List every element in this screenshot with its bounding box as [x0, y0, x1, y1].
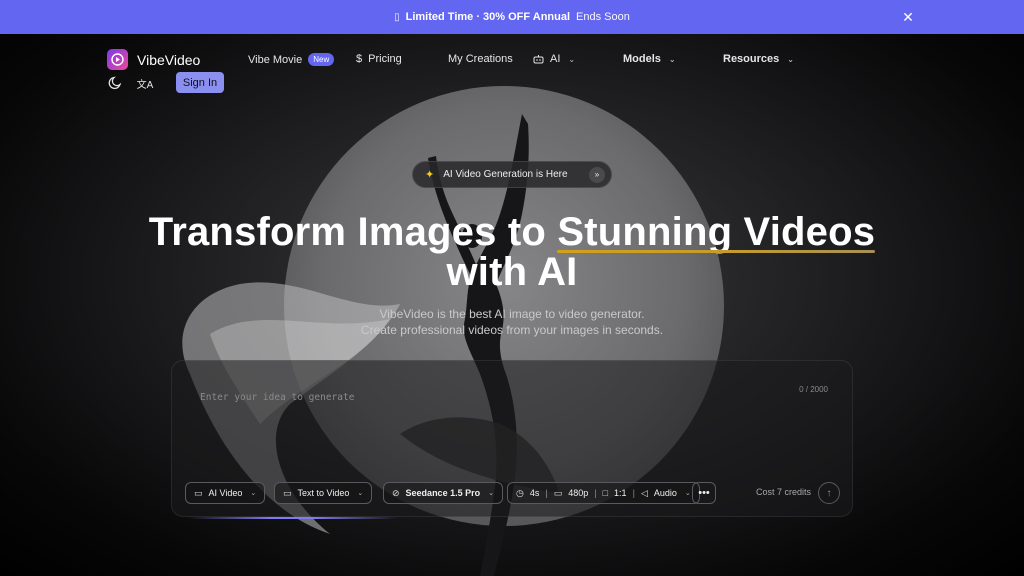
- chevron-down-icon: ⌄: [250, 490, 257, 497]
- progress-accent: [188, 517, 398, 519]
- logo-name: VibeVideo: [137, 51, 201, 68]
- hero-title: Transform Images to Stunning Videos with…: [0, 212, 1024, 292]
- chevron-down-icon: ⌄: [787, 54, 794, 64]
- audio-label: Audio: [653, 488, 677, 498]
- divider: |: [594, 488, 597, 498]
- type-select[interactable]: ▭ Text to Video ⌄: [274, 482, 373, 504]
- chevron-down-icon: ⌄: [668, 54, 676, 64]
- mode-select[interactable]: ▭ AI Video ⌄: [185, 482, 266, 504]
- promo-text: Limited Time · 30% OFF Annual: [405, 11, 571, 23]
- play-icon: [107, 49, 128, 70]
- chevrons-right-icon: »: [589, 166, 605, 183]
- close-icon[interactable]: ✕: [900, 9, 916, 25]
- duration-value: 4s: [529, 488, 540, 498]
- chevron-down-icon: ⌄: [684, 490, 691, 497]
- monitor-icon: ▭: [553, 487, 563, 498]
- speaker-icon: ◁: [640, 487, 648, 498]
- resolution-value: 480p: [568, 488, 589, 498]
- translate-icon[interactable]: 文A: [136, 74, 154, 92]
- mode-label: AI Video: [208, 488, 243, 498]
- nav-label: Pricing: [368, 53, 402, 65]
- ratio-value: 1:1: [614, 488, 627, 498]
- prompt-panel: 0 / 2000 ▭ AI Video ⌄ ▭ Text to Video ⌄ …: [171, 360, 853, 519]
- video-icon: ▭: [194, 487, 203, 498]
- cost-label: Cost 7 credits: [756, 487, 812, 497]
- hero-subtitle-line2: Create professional videos from your ima…: [360, 323, 664, 337]
- nav-label: Vibe Movie: [248, 53, 303, 66]
- aspect-ratio-icon: □: [602, 488, 609, 498]
- hero-subtitle-line1: VibeVideo is the best AI image to video …: [379, 307, 645, 321]
- nav-resources[interactable]: Resources ⌄: [723, 53, 794, 65]
- announcement-text: AI Video Generation is Here: [443, 169, 568, 180]
- sign-in-button[interactable]: Sign In: [176, 72, 224, 93]
- model-icon: ⊘: [392, 487, 400, 498]
- title-highlight: Stunning Videos: [557, 210, 876, 254]
- nav-label: My Creations: [448, 53, 513, 65]
- new-badge: New: [308, 53, 335, 66]
- clock-icon: ◷: [516, 487, 524, 498]
- sparkle-icon: ✦: [425, 169, 435, 181]
- type-label: Text to Video: [297, 488, 350, 498]
- nav-models[interactable]: Models ⌄: [623, 53, 676, 65]
- nav-label: Models: [623, 53, 661, 65]
- robot-icon: [533, 55, 544, 64]
- more-icon[interactable]: •••: [692, 482, 716, 504]
- promo-banner: ▯ Limited Time · 30% OFF Annual Ends Soo…: [0, 0, 1024, 34]
- nav-pricing[interactable]: $ Pricing: [356, 53, 402, 65]
- settings-select[interactable]: ◷ 4s | ▭ 480p | □ 1:1 | ◁ Audio ⌄: [507, 482, 700, 504]
- promo-ends-text: Ends Soon: [576, 11, 630, 23]
- nav-label: Resources: [723, 53, 780, 65]
- nav-my-creations[interactable]: My Creations: [448, 53, 513, 65]
- model-select[interactable]: ⊘ Seedance 1.5 Pro ⌄: [383, 482, 503, 504]
- chevron-down-icon: ⌄: [568, 54, 576, 64]
- title-part1: Transform Images to: [148, 210, 558, 254]
- prompt-input[interactable]: [200, 387, 760, 407]
- chevron-down-icon: ⌄: [357, 490, 364, 497]
- nav-vibe-movie[interactable]: Vibe Movie New: [248, 53, 335, 66]
- char-count: 0 / 2000: [799, 385, 828, 394]
- video-icon: ▭: [283, 487, 292, 498]
- logo[interactable]: VibeVideo: [107, 49, 200, 70]
- model-label: Seedance 1.5 Pro: [405, 488, 481, 498]
- hero-title-line2: with AI: [446, 250, 578, 294]
- nav-label: AI: [550, 53, 561, 65]
- announcement-pill[interactable]: ✦ AI Video Generation is Here »: [412, 161, 612, 188]
- nav-ai[interactable]: AI ⌄: [533, 53, 575, 65]
- chevron-down-icon: ⌄: [488, 490, 494, 497]
- hero-title-line1: Transform Images to Stunning Videos: [0, 210, 1024, 254]
- arrow-up-icon[interactable]: ↑: [818, 482, 840, 504]
- dollar-icon: $: [356, 53, 363, 65]
- divider: |: [632, 488, 635, 498]
- gift-icon: ▯: [394, 11, 400, 23]
- divider: |: [545, 488, 548, 498]
- moon-icon[interactable]: [106, 73, 124, 91]
